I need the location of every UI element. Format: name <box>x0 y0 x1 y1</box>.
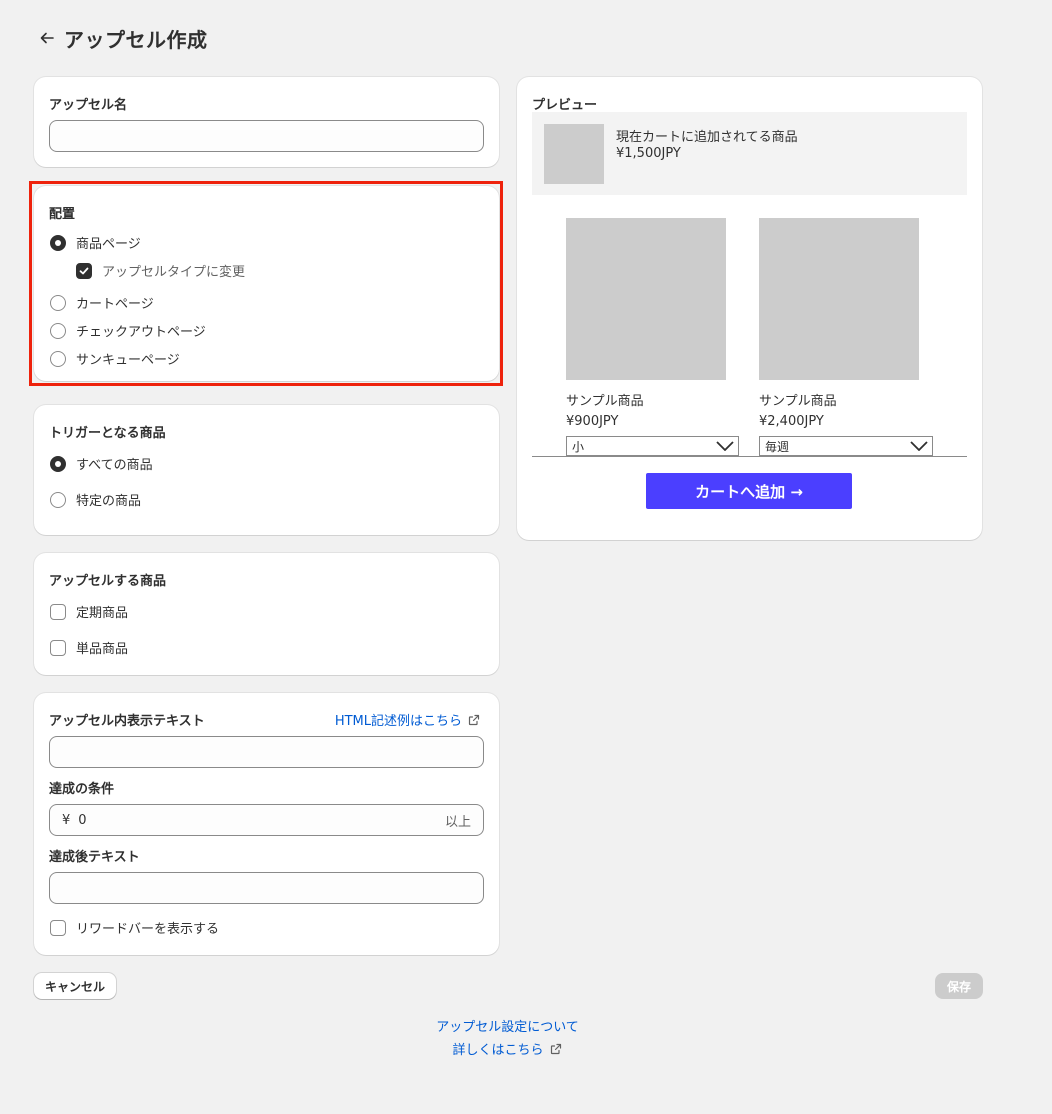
back-button[interactable] <box>36 27 58 49</box>
reward-bar-option[interactable]: リワードバーを表示する <box>50 918 219 937</box>
option-label: 定期商品 <box>76 606 129 621</box>
arrow-left-icon <box>40 32 54 44</box>
select-value: 小 <box>572 439 585 454</box>
upsell-name-card: アップセル名 <box>34 77 499 167</box>
size-select[interactable]: 小 <box>566 436 739 456</box>
checkbox-unchecked[interactable] <box>50 639 66 656</box>
option-label: すべての商品 <box>76 458 153 473</box>
after-text-input[interactable] <box>49 872 484 904</box>
link-label: HTML記述例はこちら <box>334 714 462 729</box>
condition-suffix: 以上 <box>444 814 471 830</box>
trigger-option-specific[interactable]: 特定の商品 <box>50 490 141 509</box>
preview-divider <box>532 456 967 457</box>
condition-value: 0 <box>78 812 87 828</box>
upsell-name-input[interactable] <box>49 120 484 152</box>
html-example-link[interactable]: HTML記述例はこちら <box>335 710 481 729</box>
footer-links: アップセル設定について 詳しくはこちら <box>0 1016 1015 1058</box>
condition-amount-input[interactable]: ¥ 0 以上 <box>49 804 484 836</box>
after-text-title: 達成後テキスト <box>49 850 140 865</box>
chevron-down-icon <box>910 441 928 451</box>
cancel-button[interactable]: キャンセル <box>34 973 116 999</box>
page-title: アップセル作成 <box>64 27 208 52</box>
display-text-card: アップセル内表示テキスト HTML記述例はこちら 達成の条件 ¥ 0 以上 達成… <box>34 693 499 955</box>
condition-title: 達成の条件 <box>49 782 115 797</box>
product-image-placeholder <box>759 218 919 380</box>
frequency-select[interactable]: 毎週 <box>759 436 933 456</box>
page-header: アップセル作成 <box>36 24 208 52</box>
upsell-name-label: アップセル名 <box>49 98 128 113</box>
preview-card: プレビュー 現在カートに追加されてる商品 ¥1,500JPY サンプル商品 ¥9… <box>517 77 982 540</box>
select-value: 毎週 <box>765 439 790 454</box>
product-price: ¥2,400JPY <box>759 414 824 429</box>
about-upsell-link[interactable]: アップセル設定について <box>436 1016 579 1035</box>
radio-selected[interactable] <box>50 455 66 472</box>
option-label: 単品商品 <box>76 642 129 657</box>
product-image-placeholder <box>544 124 604 184</box>
current-item-price: ¥1,500JPY <box>616 146 681 161</box>
product-image-placeholder <box>566 218 726 380</box>
display-text-title: アップセル内表示テキスト <box>49 714 205 729</box>
product-name: サンプル商品 <box>759 394 837 409</box>
radio-unselected[interactable] <box>50 491 66 508</box>
checkbox-unchecked[interactable] <box>50 603 66 620</box>
product-name: サンプル商品 <box>566 394 644 409</box>
link-label: 詳しくはこちら <box>452 1043 544 1058</box>
option-label: 特定の商品 <box>76 494 142 509</box>
highlight-annotation-box <box>29 181 503 386</box>
trigger-option-all[interactable]: すべての商品 <box>50 454 153 473</box>
chevron-down-icon <box>716 441 734 451</box>
trigger-products-card: トリガーとなる商品 すべての商品 特定の商品 <box>34 405 499 535</box>
current-cart-item: 現在カートに追加されてる商品 ¥1,500JPY <box>532 112 967 195</box>
trigger-title: トリガーとなる商品 <box>49 426 166 441</box>
external-link-icon <box>550 1043 561 1054</box>
single-product-option[interactable]: 単品商品 <box>50 638 128 657</box>
preview-title: プレビュー <box>532 98 598 113</box>
checkbox-unchecked[interactable] <box>50 919 66 936</box>
details-link[interactable]: 詳しくはこちら <box>452 1039 562 1058</box>
add-to-cart-button[interactable]: カートへ追加 → <box>646 473 852 509</box>
product-price: ¥900JPY <box>566 414 619 429</box>
upsell-products-card: アップセルする商品 定期商品 単品商品 <box>34 553 499 675</box>
external-link-icon <box>468 714 480 725</box>
subscription-product-option[interactable]: 定期商品 <box>50 602 128 621</box>
current-item-label: 現在カートに追加されてる商品 <box>616 130 798 145</box>
save-button[interactable]: 保存 <box>935 973 983 999</box>
currency-prefix: ¥ <box>62 812 71 828</box>
option-label: リワードバーを表示する <box>76 922 220 937</box>
display-text-input[interactable] <box>49 736 484 768</box>
upsell-products-title: アップセルする商品 <box>49 574 167 589</box>
